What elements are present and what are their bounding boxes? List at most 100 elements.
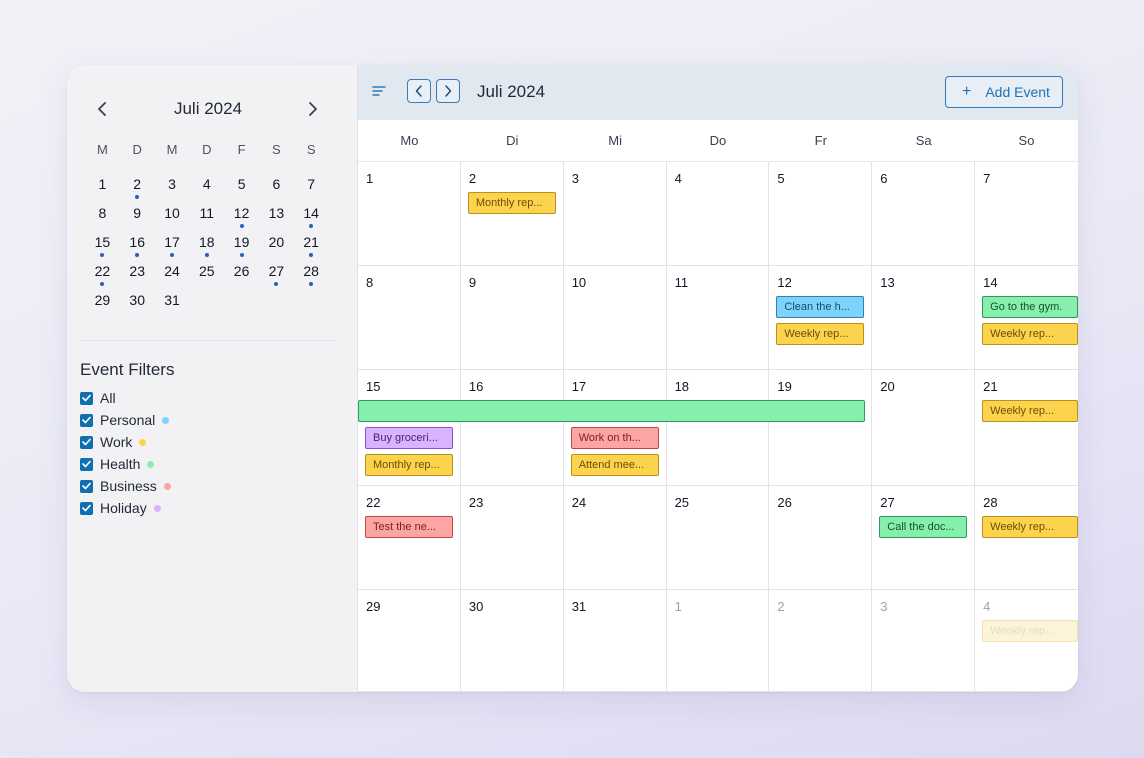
mini-day[interactable]: 7 <box>294 175 329 204</box>
day-cell[interactable]: 28 <box>975 486 1078 590</box>
day-cell[interactable]: 1 <box>666 590 770 692</box>
filter-holiday[interactable]: Holiday <box>80 497 171 519</box>
event-chip[interactable]: Attend mee... <box>570 454 659 476</box>
mini-day[interactable]: 4 <box>189 175 224 204</box>
checkbox[interactable] <box>80 391 93 405</box>
menu-icon <box>372 86 386 96</box>
day-cell[interactable]: 10 <box>563 266 667 370</box>
day-cell[interactable]: 27 <box>872 486 976 590</box>
filter-work[interactable]: Work <box>80 431 171 453</box>
day-cell[interactable]: 9 <box>460 266 564 370</box>
event-chip[interactable]: Weekly rep... <box>982 400 1078 422</box>
mini-day[interactable]: 28 <box>294 262 329 291</box>
filter-personal[interactable]: Personal <box>80 409 171 431</box>
event-chip[interactable]: Weekly rep... <box>982 323 1078 345</box>
day-cell[interactable]: 18 <box>666 370 770 486</box>
day-cell[interactable]: 12 <box>769 266 873 370</box>
mini-day[interactable]: 11 <box>189 204 224 233</box>
day-cell[interactable]: 2 <box>460 162 564 266</box>
mini-day[interactable]: 19 <box>224 233 259 262</box>
mini-day[interactable]: 14 <box>294 204 329 233</box>
checkbox[interactable] <box>80 501 93 515</box>
event-chip[interactable]: Monthly rep... <box>467 192 556 214</box>
mini-day[interactable]: 31 <box>155 291 190 320</box>
mini-day[interactable]: 5 <box>224 175 259 204</box>
event-chip[interactable]: Work on th... <box>570 427 659 449</box>
event-chip[interactable]: Call the doc... <box>879 516 968 538</box>
day-cell[interactable]: 5 <box>769 162 873 266</box>
checkbox[interactable] <box>80 479 93 493</box>
day-cell[interactable]: 22 <box>358 486 461 590</box>
mini-day[interactable]: 10 <box>155 204 190 233</box>
event-chip[interactable] <box>358 400 866 422</box>
mini-day[interactable]: 15 <box>85 233 120 262</box>
day-cell[interactable]: 14 <box>975 266 1078 370</box>
event-chip[interactable]: Weekly rep... <box>982 516 1078 538</box>
check-icon <box>82 482 91 490</box>
day-cell[interactable]: 25 <box>666 486 770 590</box>
mini-day[interactable]: 18 <box>189 233 224 262</box>
mini-day[interactable]: 27 <box>259 262 294 291</box>
mini-day[interactable]: 26 <box>224 262 259 291</box>
next-month-button[interactable] <box>436 79 460 103</box>
event-chip[interactable]: Go to the gym. <box>982 296 1078 318</box>
day-number: 6 <box>880 171 888 186</box>
event-chip[interactable]: Test the ne... <box>365 516 453 538</box>
day-cell[interactable]: 20 <box>872 370 976 486</box>
checkbox[interactable] <box>80 457 93 471</box>
event-chip[interactable]: Clean the h... <box>776 296 865 318</box>
add-event-button[interactable]: + Add Event <box>945 76 1063 108</box>
checkbox[interactable] <box>80 413 93 427</box>
filter-all[interactable]: All <box>80 387 171 409</box>
day-cell[interactable]: 23 <box>460 486 564 590</box>
event-chip[interactable]: Buy groceri... <box>365 427 453 449</box>
mini-day[interactable]: 25 <box>189 262 224 291</box>
mini-day[interactable]: 2 <box>120 175 155 204</box>
day-cell[interactable]: 21 <box>975 370 1078 486</box>
mini-day[interactable]: 22 <box>85 262 120 291</box>
mini-day[interactable]: 1 <box>85 175 120 204</box>
mini-day[interactable]: 16 <box>120 233 155 262</box>
mini-day[interactable]: 8 <box>85 204 120 233</box>
day-cell[interactable]: 3 <box>872 590 976 692</box>
mini-day-number: 16 <box>129 234 145 250</box>
mini-day[interactable]: 24 <box>155 262 190 291</box>
mini-day[interactable]: 21 <box>294 233 329 262</box>
mini-day[interactable]: 20 <box>259 233 294 262</box>
day-cell[interactable]: 30 <box>460 590 564 692</box>
mini-day[interactable]: 23 <box>120 262 155 291</box>
day-cell[interactable]: 1 <box>358 162 461 266</box>
event-chip[interactable]: Monthly rep... <box>365 454 453 476</box>
prev-month-button[interactable] <box>407 79 431 103</box>
mini-day[interactable]: 17 <box>155 233 190 262</box>
filter-health[interactable]: Health <box>80 453 171 475</box>
day-cell[interactable]: 4 <box>666 162 770 266</box>
day-cell[interactable]: 8 <box>358 266 461 370</box>
mini-next-month-button[interactable] <box>301 97 325 121</box>
event-chip[interactable]: Weekly rep... <box>982 620 1078 642</box>
mini-day[interactable]: 13 <box>259 204 294 233</box>
event-chip[interactable]: Weekly rep... <box>776 323 865 345</box>
day-cell[interactable]: 19 <box>769 370 873 486</box>
day-cell[interactable]: 24 <box>563 486 667 590</box>
mini-day[interactable]: 3 <box>155 175 190 204</box>
day-cell[interactable]: 2 <box>769 590 873 692</box>
day-cell[interactable]: 16 <box>460 370 564 486</box>
mini-day[interactable]: 12 <box>224 204 259 233</box>
day-cell[interactable]: 29 <box>358 590 461 692</box>
day-cell[interactable]: 13 <box>872 266 976 370</box>
day-cell[interactable]: 3 <box>563 162 667 266</box>
mini-day[interactable]: 6 <box>259 175 294 204</box>
menu-button[interactable] <box>370 82 388 100</box>
checkbox[interactable] <box>80 435 93 449</box>
day-cell[interactable]: 11 <box>666 266 770 370</box>
weekday-label: Mi <box>608 133 622 148</box>
day-cell[interactable]: 6 <box>872 162 976 266</box>
mini-day[interactable]: 29 <box>85 291 120 320</box>
day-cell[interactable]: 26 <box>769 486 873 590</box>
day-cell[interactable]: 7 <box>975 162 1078 266</box>
mini-day[interactable]: 9 <box>120 204 155 233</box>
filter-business[interactable]: Business <box>80 475 171 497</box>
day-cell[interactable]: 31 <box>563 590 667 692</box>
mini-day[interactable]: 30 <box>120 291 155 320</box>
